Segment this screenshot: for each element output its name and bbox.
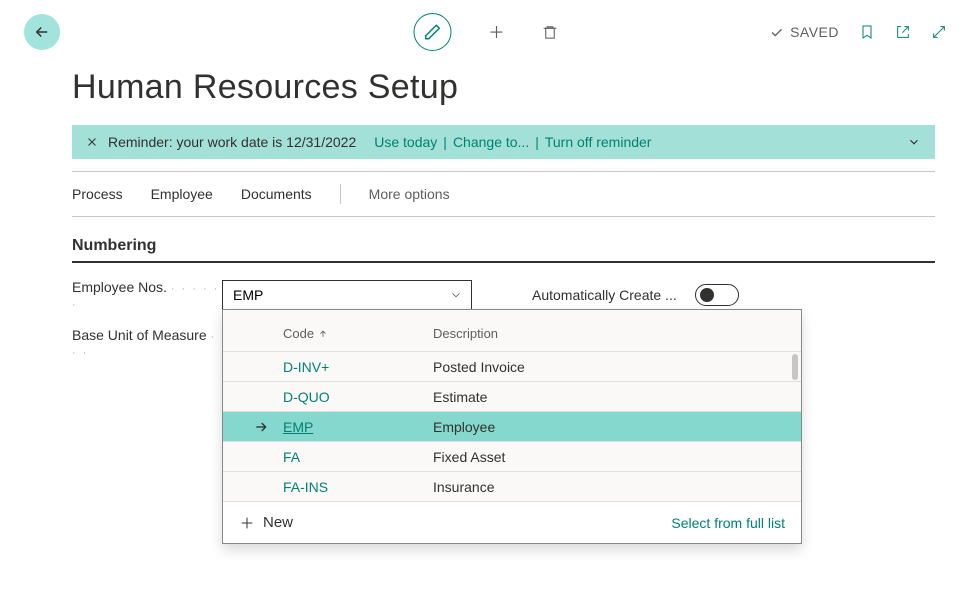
check-icon <box>769 25 784 40</box>
dropdown-row-code: D-QUO <box>283 389 433 405</box>
col-desc-label[interactable]: Description <box>433 326 498 341</box>
bookmark-button[interactable] <box>859 24 875 40</box>
employee-nos-caret[interactable] <box>449 288 463 302</box>
employee-nos-input[interactable] <box>231 286 449 304</box>
reminder-change-to[interactable]: Change to... <box>453 134 529 150</box>
section-numbering-title: Numbering <box>72 237 935 255</box>
delete-button[interactable] <box>541 24 558 41</box>
action-bar: Process Employee Documents More options <box>72 184 935 216</box>
reminder-close[interactable] <box>86 136 98 148</box>
dropdown-row-code: FA <box>283 449 433 465</box>
dropdown-row-desc: Fixed Asset <box>433 449 505 465</box>
dropdown-row[interactable]: FA-INSInsurance <box>223 471 801 501</box>
dropdown-row-code: FA-INS <box>283 479 433 495</box>
pencil-icon <box>423 23 441 41</box>
employee-nos-dropdown: Code Description D-INV+Posted InvoiceD-Q… <box>222 309 802 544</box>
action-employee[interactable]: Employee <box>151 186 213 202</box>
dropdown-footer: New Select from full list <box>223 501 801 543</box>
dropdown-row-desc: Estimate <box>433 389 487 405</box>
dropdown-header: Code Description <box>223 310 801 351</box>
reminder-bar: Reminder: your work date is 12/31/2022 U… <box>72 125 935 159</box>
toggle-knob <box>700 288 714 302</box>
new-button[interactable] <box>487 23 505 41</box>
arrow-left-icon <box>33 23 51 41</box>
dropdown-new[interactable]: New <box>239 514 293 531</box>
trash-icon <box>541 24 558 41</box>
sort-asc-icon <box>318 329 328 339</box>
dropdown-row-code: EMP <box>283 419 433 435</box>
divider <box>72 171 935 172</box>
reminder-use-today[interactable]: Use today <box>374 134 437 150</box>
saved-indicator: SAVED <box>769 24 839 40</box>
back-button[interactable] <box>24 14 60 50</box>
expand-icon <box>931 24 947 40</box>
dropdown-row[interactable]: D-QUOEstimate <box>223 381 801 411</box>
dropdown-row[interactable]: D-INV+Posted Invoice <box>223 351 801 381</box>
section-underline <box>72 261 935 263</box>
plus-icon <box>239 515 255 531</box>
saved-label: SAVED <box>790 24 839 40</box>
dropdown-row-desc: Employee <box>433 419 495 435</box>
reminder-collapse[interactable] <box>907 135 921 149</box>
action-divider <box>340 184 341 204</box>
dropdown-row[interactable]: EMPEmployee <box>223 411 801 441</box>
dropdown-scrollbar[interactable] <box>792 354 798 380</box>
page-title: Human Resources Setup <box>72 68 899 107</box>
action-more[interactable]: More options <box>369 186 450 202</box>
employee-nos-combo[interactable] <box>222 280 472 310</box>
action-process[interactable]: Process <box>72 186 123 202</box>
base-uom-label: Base Unit of Measure · · · <box>72 327 222 359</box>
dropdown-row-desc: Posted Invoice <box>433 359 525 375</box>
right-toolbar: SAVED <box>769 24 947 40</box>
popout-icon <box>895 24 911 40</box>
chevron-down-icon <box>907 135 921 149</box>
plus-icon <box>487 23 505 41</box>
dropdown-row[interactable]: FAFixed Asset <box>223 441 801 471</box>
dropdown-row-desc: Insurance <box>433 479 494 495</box>
bookmark-icon <box>859 24 875 40</box>
divider <box>72 216 935 217</box>
chevron-down-icon <box>449 288 463 302</box>
dropdown-full-list[interactable]: Select from full list <box>671 515 785 531</box>
auto-create-toggle[interactable] <box>695 284 739 306</box>
arrow-right-icon <box>253 419 269 435</box>
close-icon <box>86 136 98 148</box>
reminder-turn-off[interactable]: Turn off reminder <box>545 134 652 150</box>
top-toolbar: SAVED <box>0 0 971 50</box>
action-documents[interactable]: Documents <box>241 186 312 202</box>
edit-button[interactable] <box>413 13 451 51</box>
form-area: Employee Nos. · · · · · · Automatically … <box>72 279 935 359</box>
auto-create-label: Automatically Create ... <box>532 287 677 303</box>
employee-nos-label: Employee Nos. · · · · · · <box>72 279 222 311</box>
popout-button[interactable] <box>895 24 911 40</box>
reminder-text: Reminder: your work date is 12/31/2022 <box>108 134 356 150</box>
expand-button[interactable] <box>931 24 947 40</box>
center-toolbar <box>413 13 558 51</box>
col-code-label[interactable]: Code <box>283 326 314 341</box>
dropdown-row-code: D-INV+ <box>283 359 433 375</box>
